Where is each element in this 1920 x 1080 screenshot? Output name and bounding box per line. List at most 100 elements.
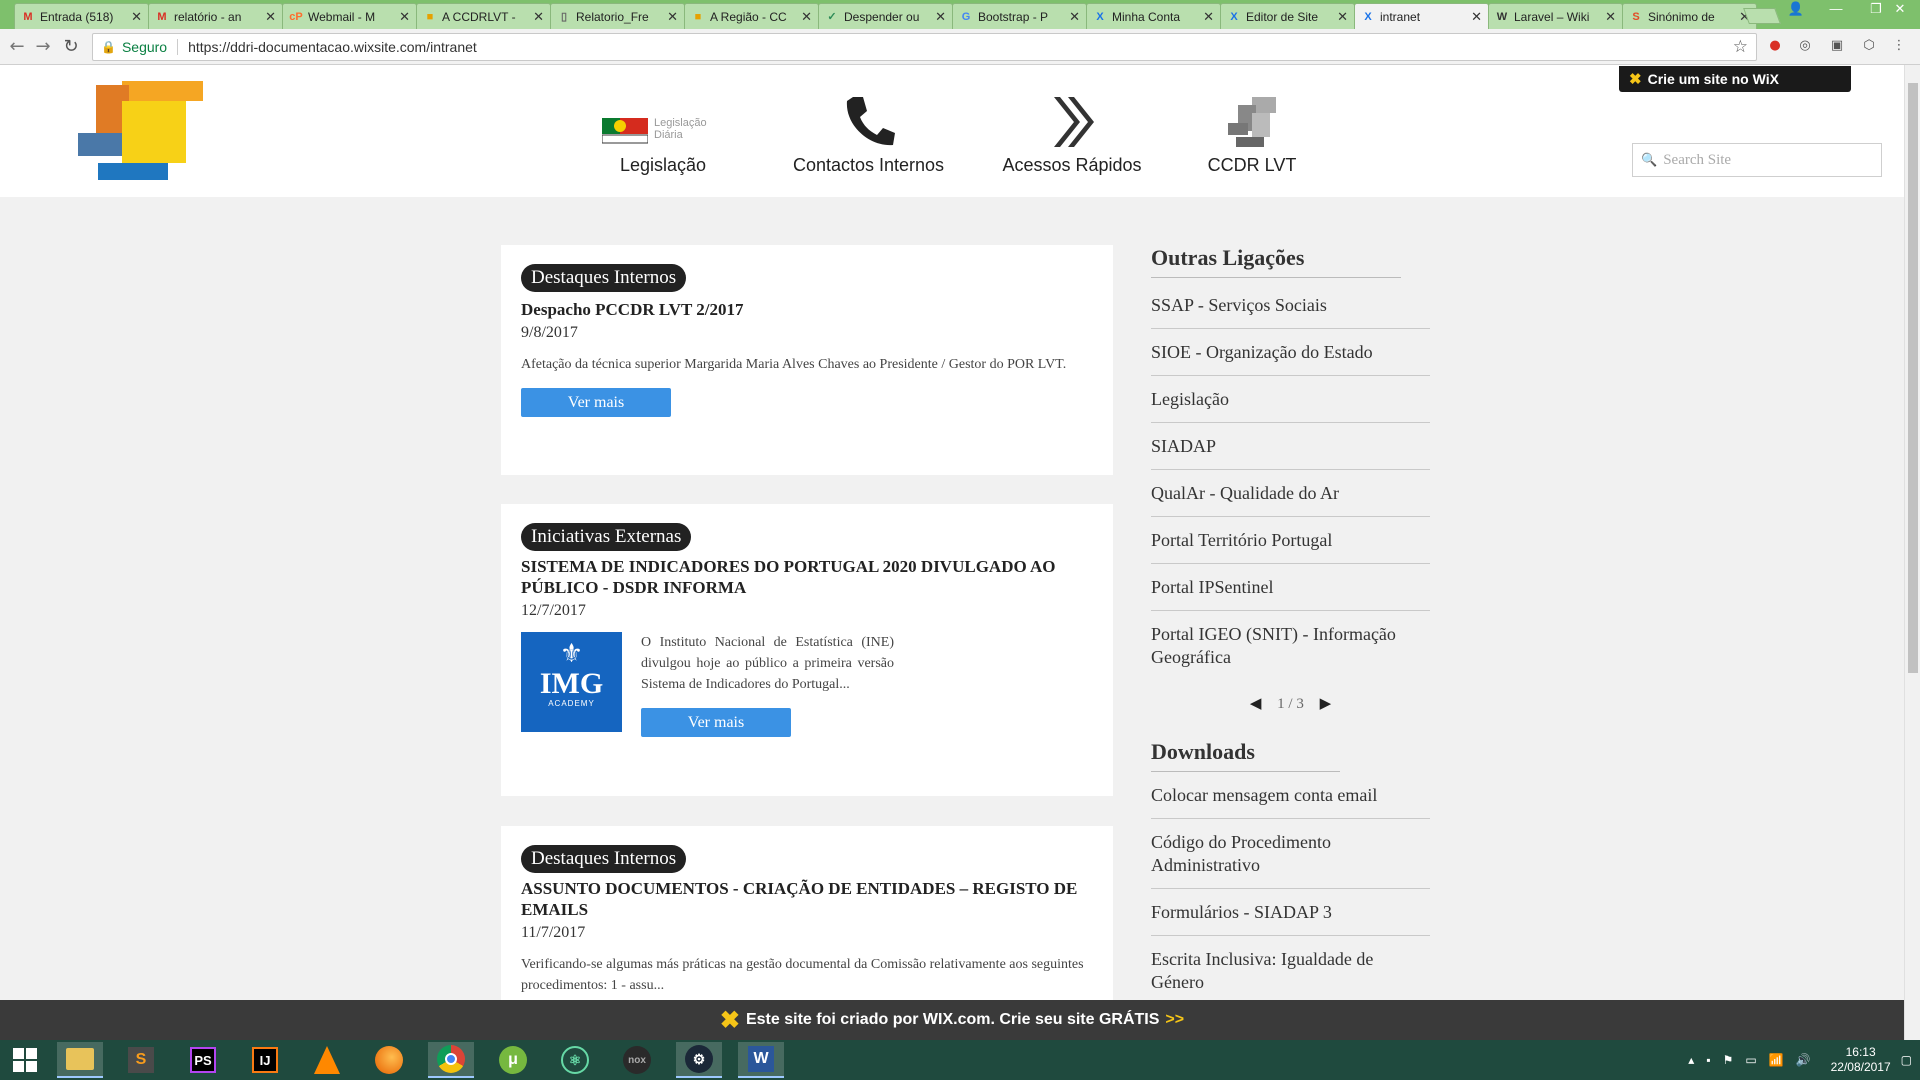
download-link[interactable]: Código do Procedimento Administrativo (1151, 819, 1430, 889)
browser-tab[interactable]: ✓ Despender ou ✕ (818, 3, 953, 29)
post-title[interactable]: Despacho PCCDR LVT 2/2017 (521, 299, 1093, 320)
file-explorer-icon[interactable] (57, 1042, 103, 1078)
sidebar-link[interactable]: SIADAP (1151, 423, 1430, 470)
word-icon[interactable]: W (738, 1042, 784, 1078)
phone-icon (786, 93, 951, 149)
utorrent-icon[interactable]: μ (490, 1042, 536, 1078)
tab-close-icon[interactable]: ✕ (399, 9, 410, 25)
extension-icon[interactable]: ▣ (1828, 37, 1846, 55)
tray-flag-icon[interactable]: ⚑ (1723, 1053, 1734, 1067)
atom-icon[interactable]: ⚛ (552, 1042, 598, 1078)
post-thumbnail[interactable]: ⚜ IMG ACADEMY (521, 632, 622, 732)
browser-tab[interactable]: ■ A CCDRLVT - ✕ (416, 3, 551, 29)
bookmark-star-icon[interactable]: ☆ (1733, 37, 1748, 57)
page-scrollbar[interactable] (1904, 65, 1920, 1040)
forward-arrow-icon[interactable]: → (32, 36, 54, 58)
scrollbar-thumb[interactable] (1908, 83, 1918, 673)
divider (177, 39, 179, 55)
sidebar-link[interactable]: Portal IGEO (SNIT) - Informação Geográfi… (1151, 611, 1430, 680)
nav-legislacao[interactable]: Legislação Diária Legislação (600, 93, 726, 176)
browser-tab[interactable]: X Editor de Site ✕ (1220, 3, 1355, 29)
url-text[interactable]: https://ddri-documentacao.wixsite.com/in… (188, 39, 477, 55)
clock[interactable]: 16:13 22/08/2017 (1831, 1045, 1891, 1075)
sidebar-link[interactable]: SSAP - Serviços Sociais (1151, 282, 1430, 329)
extension-icon[interactable]: ⬡ (1860, 37, 1878, 55)
tab-close-icon[interactable]: ✕ (1471, 9, 1482, 25)
intellij-icon[interactable]: IJ (242, 1042, 288, 1078)
search-input[interactable]: 🔍 Search Site (1632, 143, 1882, 177)
tab-favicon-icon: ✓ (827, 11, 837, 23)
tab-favicon-icon: ■ (694, 10, 702, 23)
nav-ccdr-lvt[interactable]: CCDR LVT (1196, 93, 1308, 176)
sidebar-link[interactable]: SIOE - Organização do Estado (1151, 329, 1430, 376)
browser-tab[interactable]: ■ A Região - CC ✕ (684, 3, 819, 29)
sidebar-link[interactable]: Portal IPSentinel (1151, 564, 1430, 611)
tab-close-icon[interactable]: ✕ (1605, 9, 1616, 25)
tab-close-icon[interactable]: ✕ (533, 9, 544, 25)
tab-label: Webmail - M (308, 9, 376, 24)
post-date: 12/7/2017 (521, 602, 586, 619)
adblock-extension-icon[interactable]: ● (1766, 37, 1784, 55)
close-window-button[interactable]: ✕ (1880, 0, 1920, 20)
nox-player-icon[interactable]: nox (614, 1042, 660, 1078)
wix-banner[interactable]: ✖ Este site foi criado por WIX.com. Crie… (0, 1000, 1904, 1040)
windows-start-icon[interactable] (2, 1042, 48, 1078)
post-title[interactable]: ASSUNTO DOCUMENTOS - CRIAÇÃO DE ENTIDADE… (521, 878, 1096, 920)
tab-close-icon[interactable]: ✕ (667, 9, 678, 25)
search-placeholder: Search Site (1663, 151, 1732, 168)
steam-icon[interactable]: ⚙ (676, 1042, 722, 1078)
chrome-icon[interactable] (428, 1042, 474, 1078)
tray-volume-icon[interactable]: 🔊 (1796, 1053, 1811, 1067)
browser-tab[interactable]: G Bootstrap - P ✕ (952, 3, 1087, 29)
pager-next-icon[interactable]: ▶ (1320, 694, 1332, 713)
nav-acessos-rapidos[interactable]: Acessos Rápidos (996, 93, 1148, 176)
tray-app-icon[interactable]: ▪ (1706, 1053, 1710, 1067)
tab-close-icon[interactable]: ✕ (801, 9, 812, 25)
sidebar-link[interactable]: QualAr - Qualidade do Ar (1151, 470, 1430, 517)
browser-tab[interactable]: M Entrada (518) ✕ (14, 3, 149, 29)
menu-dots-icon[interactable]: ⋮ (1890, 37, 1908, 55)
phpstorm-icon[interactable]: PS (180, 1042, 226, 1078)
download-link[interactable]: Colocar mensagem conta email (1151, 772, 1430, 819)
vlc-icon[interactable] (304, 1042, 350, 1078)
browser-tab[interactable]: X Minha Conta ✕ (1086, 3, 1221, 29)
address-bar[interactable]: 🔒 Seguro https://ddri-documentacao.wixsi… (92, 33, 1757, 61)
tray-wifi-icon[interactable]: 📶 (1769, 1053, 1784, 1067)
tab-close-icon[interactable]: ✕ (1069, 9, 1080, 25)
tab-close-icon[interactable]: ✕ (935, 9, 946, 25)
user-profile-icon[interactable]: 👤 (1776, 0, 1816, 20)
download-link[interactable]: Formulários - SIADAP 3 (1151, 889, 1430, 936)
browser-tab[interactable]: W Laravel – Wiki ✕ (1488, 3, 1623, 29)
browser-tab[interactable]: ▯ Relatorio_Fre ✕ (550, 3, 685, 29)
sublime-text-icon[interactable]: S (118, 1042, 164, 1078)
tab-favicon-icon: X (1096, 10, 1104, 23)
tab-close-icon[interactable]: ✕ (265, 9, 276, 25)
back-arrow-icon[interactable]: ← (6, 36, 28, 58)
download-link[interactable]: Escrita Inclusiva: Igualdade de Género (1151, 936, 1430, 1000)
sidebar-link[interactable]: Legislação (1151, 376, 1430, 423)
minimize-window-button[interactable]: — (1816, 0, 1856, 20)
browser-tab[interactable]: cP Webmail - M ✕ (282, 3, 417, 29)
tab-close-icon[interactable]: ✕ (1203, 9, 1214, 25)
pager-prev-icon[interactable]: ◀ (1250, 694, 1262, 713)
post-title[interactable]: SISTEMA DE INDICADORES DO PORTUGAL 2020 … (521, 556, 1096, 598)
tray-battery-icon[interactable]: ▭ (1745, 1053, 1756, 1067)
browser-tab[interactable]: Xintranet ✕ (1354, 3, 1489, 29)
tray-chevron-icon[interactable]: ▴ (1688, 1053, 1694, 1067)
browser-tab[interactable]: Mrelatório - an ✕ (148, 3, 283, 29)
ver-mais-button[interactable]: Ver mais (641, 708, 791, 737)
sidebar-link[interactable]: Portal Território Portugal (1151, 517, 1430, 564)
browser-tab[interactable]: S Sinónimo de ✕ (1622, 3, 1757, 29)
extension-icon[interactable]: ◎ (1796, 37, 1814, 55)
site-logo[interactable] (78, 81, 203, 180)
reload-icon[interactable]: ↻ (60, 36, 82, 58)
ver-mais-button[interactable]: Ver mais (521, 388, 671, 417)
firefox-icon[interactable] (366, 1042, 412, 1078)
tab-close-icon[interactable]: ✕ (131, 9, 142, 25)
notifications-icon[interactable]: ▢ (1901, 1053, 1912, 1067)
tab-label: intranet (1380, 9, 1421, 24)
tab-close-icon[interactable]: ✕ (1337, 9, 1348, 25)
nav-contactos-internos[interactable]: Contactos Internos (786, 93, 951, 176)
wix-create-site-badge[interactable]: ✖ Crie um site no WiX (1619, 66, 1851, 92)
double-chevron-icon (996, 93, 1148, 149)
